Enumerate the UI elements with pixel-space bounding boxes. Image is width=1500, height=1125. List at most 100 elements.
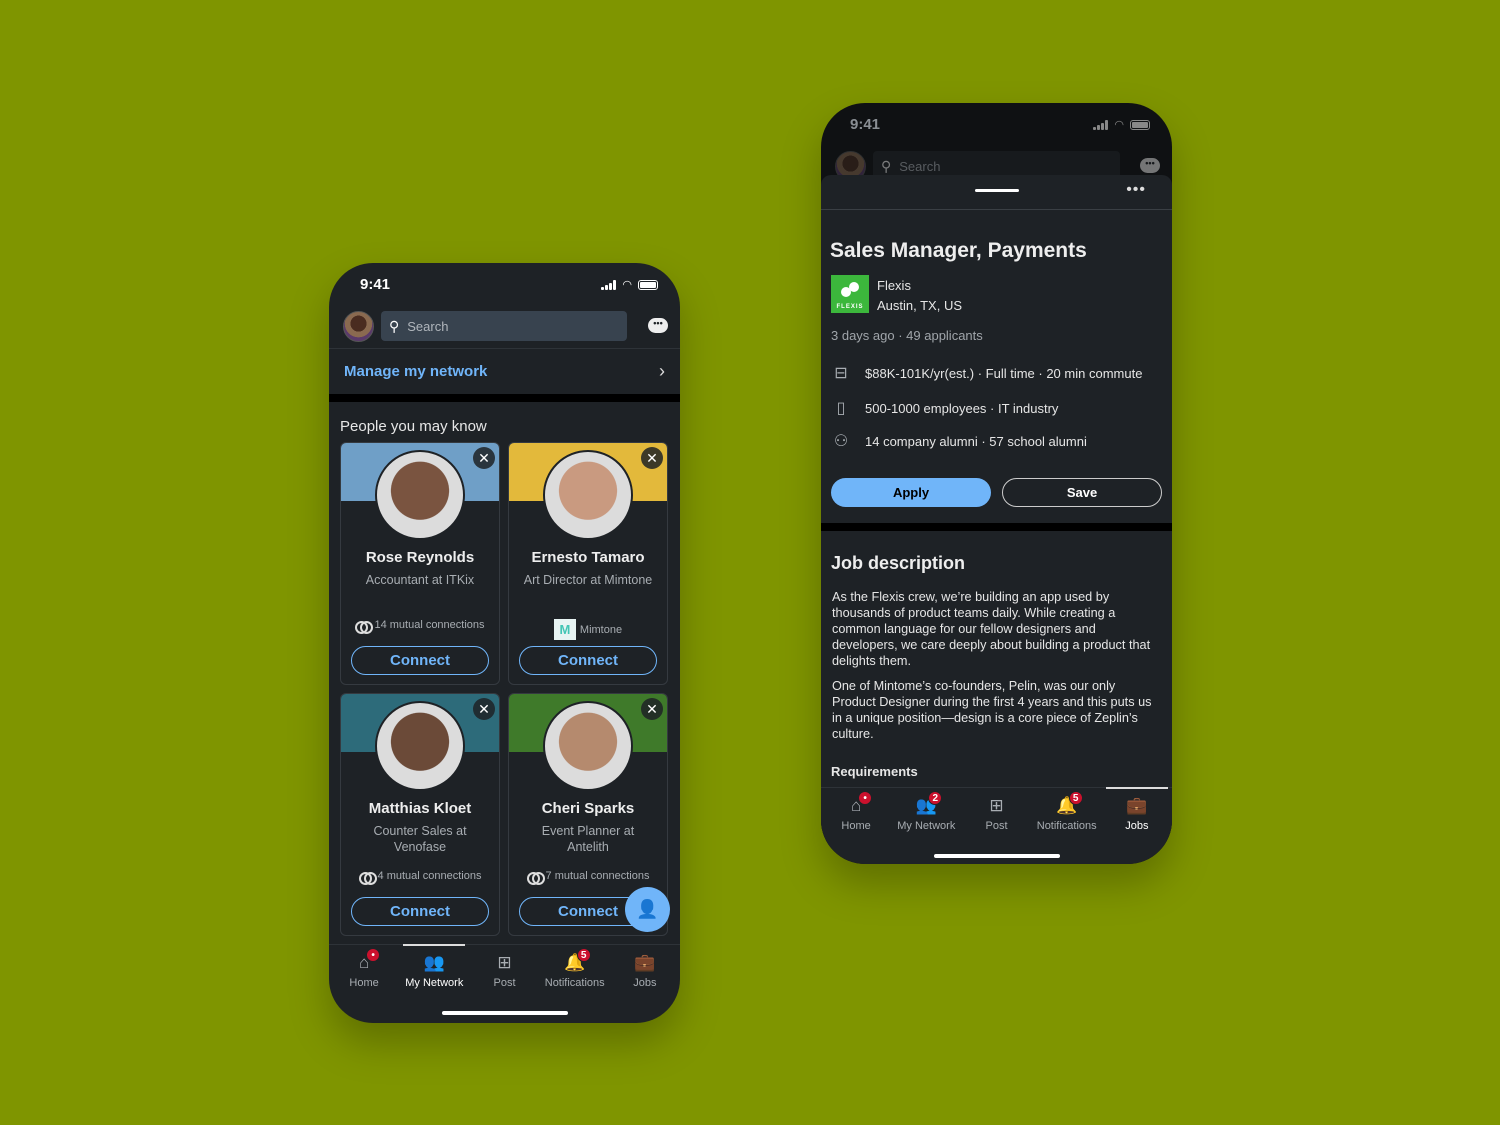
profile-photo[interactable] — [375, 701, 465, 791]
person-insight: 7 mutual connections — [509, 870, 667, 885]
company-logo[interactable]: FLEXIS — [831, 275, 869, 313]
tab-home[interactable]: ⌂ • Home — [821, 788, 891, 847]
person-headline: Accountant at ITKix — [365, 573, 475, 587]
tab-my-network[interactable]: 👥 2 My Network — [891, 788, 961, 847]
person-card[interactable]: ✕ Rose Reynolds Accountant at ITKix 14 m… — [340, 442, 500, 685]
person-headline: Counter Sales at Venofase — [373, 824, 467, 854]
company-name[interactable]: Flexis — [877, 278, 911, 293]
company-size-row: ▯ 500-1000 employees · IT industry — [831, 398, 1059, 418]
connect-button[interactable]: Connect — [351, 897, 489, 926]
person-card[interactable]: ✕ Matthias Kloet Counter Sales at Venofa… — [340, 693, 500, 936]
search-input[interactable]: ⚲ Search — [381, 311, 627, 341]
network-icon: 👥 — [423, 953, 445, 972]
post-icon: ⊞ — [989, 796, 1004, 815]
briefcase-icon: 💼 — [634, 953, 656, 972]
battery-icon — [1130, 119, 1150, 130]
profile-photo[interactable] — [543, 450, 633, 540]
job-sheet: ••• Sales Manager, Payments FLEXIS Flexi… — [821, 175, 1172, 864]
tab-label: Home — [349, 977, 379, 989]
posted-info: 3 days ago · 49 applicants — [831, 328, 983, 343]
tab-home[interactable]: ⌂ • Home — [329, 945, 399, 1004]
post-icon: ⊞ — [497, 953, 512, 972]
battery-icon — [638, 279, 658, 290]
job-description-heading: Job description — [831, 553, 966, 573]
save-button[interactable]: Save — [1002, 478, 1162, 507]
add-connection-fab[interactable]: 👤 — [625, 887, 670, 932]
tab-post[interactable]: ⊞ Post — [469, 945, 539, 1004]
job-title: Sales Manager, Payments — [830, 239, 1087, 262]
home-icon: ⌂ • — [353, 948, 381, 973]
status-bar: 9:41 ◠ — [329, 263, 680, 307]
home-indicator — [933, 854, 1060, 858]
briefcase-icon: 💼 — [1126, 796, 1148, 815]
person-insight: 14 mutual connections — [341, 619, 499, 634]
wifi-icon: ◠ — [622, 279, 632, 291]
person-insight: 4 mutual connections — [341, 870, 499, 885]
messaging-icon[interactable]: ••• — [648, 318, 668, 333]
bottom-tab-bar: ⌂ • Home 👥 2 My Network ⊞ Post 🔔 5 Notificatio… — [821, 787, 1172, 847]
person-name[interactable]: Rose Reynolds — [341, 549, 499, 566]
mutual-connections-icon — [526, 871, 545, 885]
company-logo: M — [553, 619, 576, 640]
person-name[interactable]: Cheri Sparks — [509, 800, 667, 817]
person-add-icon: 👤 — [636, 899, 659, 919]
section-divider — [821, 523, 1172, 531]
tab-label: Post — [985, 820, 1008, 832]
person-name[interactable]: Matthias Kloet — [341, 800, 499, 817]
connect-button[interactable]: Connect — [351, 646, 489, 675]
home-icon: ⌂ • — [845, 791, 873, 816]
search-icon: ⚲ — [881, 157, 892, 174]
tab-label: My Network — [405, 977, 464, 989]
pymk-heading: People you may know — [340, 418, 487, 435]
notification-badge: • — [366, 948, 381, 962]
dismiss-icon[interactable]: ✕ — [473, 698, 495, 720]
tab-label: Post — [493, 977, 516, 989]
notification-badge: 5 — [1068, 791, 1083, 805]
more-options-icon[interactable]: ••• — [1126, 181, 1146, 199]
tab-notifications[interactable]: 🔔 5 Notifications — [540, 945, 610, 1004]
tab-label: Notifications — [544, 977, 605, 989]
profile-photo[interactable] — [543, 701, 633, 791]
description-paragraph: As the Flexis crew, we’re building an ap… — [832, 590, 1151, 668]
requirements-heading: Requirements — [831, 764, 918, 779]
person-headline: Event Planner at Antelith — [541, 824, 635, 854]
tab-my-network[interactable]: 👥 My Network — [399, 944, 469, 1004]
status-time: 9:41 — [360, 276, 391, 293]
section-divider — [329, 394, 680, 402]
status-bar: 9:41 ◠ — [821, 103, 1172, 147]
search-placeholder: Search — [899, 158, 941, 174]
tab-label: My Network — [897, 820, 956, 832]
dismiss-icon[interactable]: ✕ — [641, 447, 663, 469]
description-paragraph: One of Mintome’s co-founders, Pelin, was… — [832, 679, 1152, 741]
dismiss-icon[interactable]: ✕ — [473, 447, 495, 469]
connect-button[interactable]: Connect — [519, 646, 657, 675]
tab-notifications[interactable]: 🔔 5 Notifications — [1032, 788, 1102, 847]
tab-jobs[interactable]: 💼 Jobs — [1102, 787, 1172, 847]
notification-badge: 5 — [576, 948, 591, 962]
notification-badge: 2 — [928, 791, 943, 805]
job-detail-screen: 9:41 ◠ ⚲ Search ••• ••• Sales Manager, P… — [821, 103, 1172, 864]
divider — [821, 209, 1172, 210]
apply-button[interactable]: Apply — [831, 478, 991, 507]
dismiss-icon[interactable]: ✕ — [641, 698, 663, 720]
profile-avatar[interactable] — [343, 311, 374, 342]
briefcase-icon: ⊟ — [834, 365, 848, 382]
alumni-row: ⚇ 14 company alumni · 57 school alumni — [831, 431, 1087, 451]
chevron-right-icon: › — [659, 361, 665, 381]
tab-label: Jobs — [1125, 820, 1149, 832]
sheet-grabber[interactable] — [975, 189, 1019, 192]
person-card[interactable]: ✕ Ernesto Tamaro Art Director at Mimtone… — [508, 442, 668, 685]
job-location: Austin, TX, US — [877, 298, 963, 313]
person-name[interactable]: Ernesto Tamaro — [509, 549, 667, 566]
profile-photo[interactable] — [375, 450, 465, 540]
bottom-tab-bar: ⌂ • Home 👥 My Network ⊞ Post 🔔 5 Notification… — [329, 944, 680, 1004]
building-icon: ▯ — [836, 400, 846, 417]
bell-icon: 🔔 5 — [1056, 791, 1083, 816]
network-icon: 👥 2 — [915, 791, 943, 816]
tab-jobs[interactable]: 💼 Jobs — [610, 945, 680, 1004]
tab-post[interactable]: ⊞ Post — [961, 788, 1031, 847]
status-time: 9:41 — [850, 116, 881, 133]
manage-network-row[interactable]: Manage my network › — [329, 348, 680, 394]
mutual-connections-icon — [358, 871, 377, 885]
people-icon: ⚇ — [833, 433, 849, 450]
